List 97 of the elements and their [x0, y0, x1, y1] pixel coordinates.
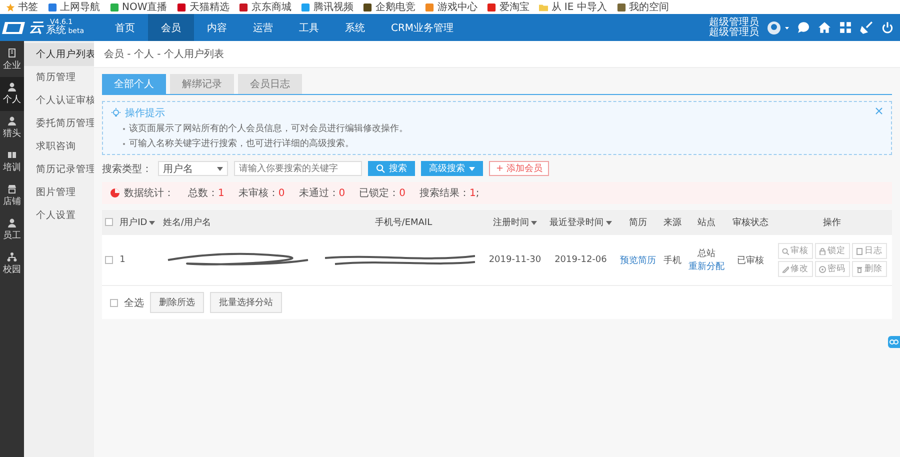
bookmark-link[interactable]: 京东商城 — [239, 0, 292, 14]
bookmark-link[interactable]: 上网导航 — [48, 0, 100, 14]
reassign-link[interactable]: 重新分配 — [688, 260, 726, 273]
column-header: 操作 — [823, 216, 842, 229]
logo-text: 云 — [29, 18, 43, 36]
power-icon[interactable] — [881, 21, 894, 34]
checkbox[interactable] — [105, 218, 113, 226]
nav-tab[interactable]: CRM业务管理 — [378, 14, 467, 41]
person-icon — [7, 218, 17, 228]
home-icon[interactable] — [818, 21, 831, 34]
bookmark-link[interactable]: 腾讯视频 — [301, 0, 354, 14]
caret-icon — [149, 220, 156, 224]
user-name: 超级管理员 — [709, 18, 759, 28]
document-icon — [856, 248, 863, 254]
stat-text: 已锁定：0 — [359, 186, 406, 200]
search-icon — [376, 164, 385, 173]
book-icon — [7, 150, 17, 160]
table-cell: 1 — [120, 255, 126, 265]
search-type-label: 搜索类型： — [102, 162, 152, 176]
column-header: 审核状态 — [732, 216, 768, 229]
sub-nav-item[interactable]: 个人设置 — [24, 204, 94, 227]
column-header: 姓名/用户名 — [162, 216, 211, 229]
trash-icon — [856, 266, 863, 272]
bookmark-link[interactable]: NOW直播 — [110, 0, 168, 14]
search-field[interactable]: 请输入你要搜索的关键字 — [234, 161, 362, 176]
side-nav-item[interactable]: 员工 — [0, 213, 24, 247]
side-nav-item[interactable]: 个人 — [0, 77, 24, 111]
pie-chart-icon — [110, 188, 120, 198]
bookmark-link[interactable]: 从 IE 中导入 — [539, 0, 607, 14]
sub-nav-item[interactable]: 求职咨询 — [24, 135, 94, 158]
checkbox[interactable] — [110, 298, 118, 306]
lock-icon — [818, 248, 826, 254]
bookmark-link[interactable]: 爱淘宝 — [487, 0, 530, 14]
person-icon — [7, 82, 17, 92]
side-nav-item[interactable]: 猎头 — [0, 111, 24, 145]
nav-tab[interactable]: 内容 — [194, 14, 240, 41]
stat-text: 未通过：0 — [298, 186, 346, 200]
sub-nav-item[interactable]: 简历管理 — [24, 66, 94, 89]
stats-label: 数据统计： — [124, 186, 174, 200]
share-button[interactable] — [888, 336, 900, 348]
nav-tab[interactable]: 运营 — [240, 14, 286, 41]
search-type-select[interactable]: 用户名 — [158, 161, 228, 176]
bookmark-link[interactable]: 我的空间 — [616, 0, 669, 14]
add-member-button[interactable]: + 添加会员 — [489, 161, 550, 176]
bookmark-link[interactable]: 书签 — [6, 0, 38, 14]
side-nav-item[interactable]: 培训 — [0, 145, 24, 179]
nav-tab[interactable]: 系统 — [332, 14, 378, 41]
checkbox[interactable] — [105, 256, 113, 264]
nav-tab[interactable]: 会员 — [148, 14, 194, 41]
tab[interactable]: 解绑记录 — [170, 74, 234, 94]
table-cell: 2019-12-06 — [554, 255, 607, 265]
stat-text: 搜索结果：1; — [420, 186, 480, 200]
caret-icon — [217, 166, 223, 170]
side-nav-item[interactable]: 校园 — [0, 247, 24, 281]
column-header: 手机号/EMAIL — [374, 216, 432, 229]
building-icon — [7, 48, 17, 58]
chat-icon[interactable] — [797, 21, 810, 34]
lightbulb-icon — [111, 108, 121, 118]
side-nav-item[interactable]: 店铺 — [0, 179, 24, 213]
close-icon[interactable] — [875, 107, 883, 115]
bookmark-link[interactable]: 企鹅电竞 — [363, 0, 416, 14]
caret-icon — [606, 220, 612, 224]
nav-tab[interactable]: 工具 — [286, 14, 332, 41]
column-header: 站点 — [698, 216, 716, 229]
sub-nav-item[interactable]: 图片管理 — [24, 181, 94, 204]
table-cell: 2019-11-30 — [488, 255, 542, 265]
bookmark-link[interactable]: 天猫精选 — [177, 0, 230, 14]
grid-icon[interactable] — [839, 21, 852, 34]
broom-icon[interactable] — [860, 21, 873, 34]
resume-link[interactable]: 预览简历 — [620, 256, 656, 266]
tab[interactable]: 会员日志 — [238, 74, 302, 94]
caret-icon — [530, 220, 537, 224]
tips-title: 操作提示 — [125, 107, 165, 120]
caret-icon — [469, 166, 475, 170]
table-cell-text: 总站 — [696, 248, 717, 260]
nav-tab[interactable]: 首页 — [102, 14, 148, 41]
tip-text: 可输入名称关键字进行搜索，也可进行详细的高级搜索。 — [129, 138, 354, 150]
shop-icon — [7, 184, 17, 194]
app-name: 系统 — [46, 25, 66, 36]
search-icon — [782, 248, 789, 254]
column-header: 来源 — [663, 216, 682, 229]
pencil-icon — [782, 266, 789, 272]
hierarchy-icon — [7, 252, 17, 262]
user-name: 超级管理员 — [709, 28, 759, 38]
avatar-icon[interactable] — [767, 20, 789, 34]
tip-text: 该页面展示了网站所有的个人会员信息，可对会员进行编辑修改操作。 — [129, 122, 408, 135]
side-nav-item[interactable]: 企业 — [0, 43, 24, 77]
footer-button[interactable]: 批量选择分站 — [210, 292, 282, 313]
stat-text: 未审核：0 — [238, 186, 285, 200]
footer-button[interactable]: 删除所选 — [150, 292, 204, 313]
table-cell: 已审核 — [736, 256, 764, 266]
stat-text: 总数：1 — [188, 186, 224, 200]
bookmark-link[interactable]: 游戏中心 — [425, 0, 478, 14]
table-cell: 手机 — [663, 256, 682, 266]
person-icon — [7, 116, 17, 126]
column-header: 简历 — [628, 216, 647, 229]
select-all-label[interactable]: 全选 — [124, 296, 144, 310]
